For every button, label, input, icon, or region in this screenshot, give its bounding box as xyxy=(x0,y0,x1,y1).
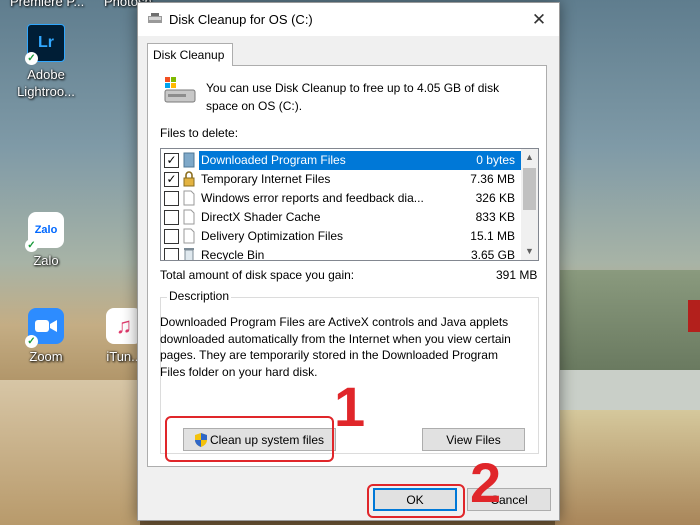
sync-check-icon: ✓ xyxy=(25,335,38,348)
file-row-downloaded-program-files[interactable]: ✓ Downloaded Program Files 0 bytes xyxy=(161,151,523,170)
background-shore xyxy=(555,410,700,525)
checkbox[interactable] xyxy=(164,191,179,206)
background-flag xyxy=(688,300,700,332)
file-name: Windows error reports and feedback dia..… xyxy=(201,191,424,205)
file-name: Recycle Bin xyxy=(201,248,265,261)
file-size: 15.1 MB xyxy=(470,229,515,243)
file-size: 7.36 MB xyxy=(470,172,515,186)
file-size: 326 KB xyxy=(475,191,515,205)
file-row-windows-error-reports[interactable]: Windows error reports and feedback dia..… xyxy=(161,189,521,208)
checkbox[interactable] xyxy=(164,248,179,260)
files-to-delete-label: Files to delete: xyxy=(160,126,239,140)
desktop-icon-label: Adobe Lightroo... xyxy=(17,67,75,99)
scroll-up-icon[interactable]: ▲ xyxy=(521,149,538,166)
desktop-icon-zalo[interactable]: Zalo ✓ Zalo xyxy=(6,212,86,269)
background-figure xyxy=(0,380,140,525)
background-river xyxy=(555,370,700,410)
file-row-recycle-bin[interactable]: Recycle Bin 3.65 GB xyxy=(161,246,521,261)
title-bar[interactable]: Disk Cleanup for OS (C:) ✕ xyxy=(138,3,559,36)
files-list[interactable]: ✓ Downloaded Program Files 0 bytes ✓ Tem… xyxy=(160,148,539,261)
scroll-down-icon[interactable]: ▼ xyxy=(521,243,538,260)
checkbox[interactable] xyxy=(164,210,179,225)
lock-icon xyxy=(183,171,195,187)
desktop-label-premiere[interactable]: Premiere P... xyxy=(10,0,84,9)
background-hills xyxy=(555,270,700,370)
file-size: 833 KB xyxy=(475,210,515,224)
file-size: 0 bytes xyxy=(476,153,515,167)
dialog-title: Disk Cleanup for OS (C:) xyxy=(169,12,313,27)
file-row-temporary-internet-files[interactable]: ✓ Temporary Internet Files 7.36 MB xyxy=(161,170,521,189)
close-icon[interactable]: ✕ xyxy=(519,3,559,36)
desktop-icon-itunes[interactable]: ♫ iTun... xyxy=(86,308,142,365)
total-space-value: 391 MB xyxy=(496,268,538,282)
intro-text: You can use Disk Cleanup to free up to 4… xyxy=(206,81,500,113)
desktop-icon-label: iTun... xyxy=(106,349,142,364)
file-size: 3.65 GB xyxy=(470,248,515,261)
annotation-step-1: 1 xyxy=(334,375,366,438)
file-name: Temporary Internet Files xyxy=(201,172,331,186)
sync-check-icon: ✓ xyxy=(25,52,38,65)
tab-disk-cleanup[interactable]: Disk Cleanup xyxy=(147,43,233,66)
recycle-bin-icon xyxy=(184,248,194,260)
zalo-icon: Zalo ✓ xyxy=(25,212,64,252)
view-files-button[interactable]: View Files xyxy=(422,428,525,451)
zoom-icon: ✓ xyxy=(25,308,64,348)
desktop-icon-lightroom[interactable]: Lr ✓ Adobe Lightroo... xyxy=(6,24,86,100)
file-row-directx-shader-cache[interactable]: DirectX Shader Cache 833 KB xyxy=(161,208,521,227)
file-name: Downloaded Program Files xyxy=(199,151,523,170)
files-list-scrollbar[interactable]: ▲ ▼ xyxy=(521,149,538,260)
annotation-highlight-step-2 xyxy=(367,484,465,518)
sync-check-icon: ✓ xyxy=(25,239,38,252)
camera-icon xyxy=(35,320,57,332)
annotation-step-2: 2 xyxy=(470,451,502,514)
checkbox[interactable] xyxy=(164,229,179,244)
description-text: Downloaded Program Files are ActiveX con… xyxy=(160,315,511,379)
file-icon xyxy=(183,190,195,206)
scroll-thumb[interactable] xyxy=(523,168,536,210)
file-name: Delivery Optimization Files xyxy=(201,229,344,243)
total-space-label: Total amount of disk space you gain: xyxy=(160,268,355,282)
checkbox[interactable]: ✓ xyxy=(164,172,179,187)
folder-icon xyxy=(183,152,195,168)
annotation-highlight-step-1 xyxy=(165,416,334,462)
file-icon xyxy=(183,228,195,244)
desktop-icon-label: Zoom xyxy=(29,349,63,364)
desktop-icon-zoom[interactable]: ✓ Zoom xyxy=(6,308,86,365)
description-title: Description xyxy=(167,289,232,303)
file-icon xyxy=(183,209,195,225)
lightroom-icon: Lr ✓ xyxy=(25,24,65,65)
checkbox[interactable]: ✓ xyxy=(164,153,179,168)
disk-cleanup-app-icon xyxy=(148,13,162,23)
desktop-icon-label: Zalo xyxy=(33,253,59,268)
file-name: DirectX Shader Cache xyxy=(201,210,321,224)
file-row-delivery-optimization-files[interactable]: Delivery Optimization Files 15.1 MB xyxy=(161,227,521,246)
drive-icon xyxy=(164,77,196,103)
